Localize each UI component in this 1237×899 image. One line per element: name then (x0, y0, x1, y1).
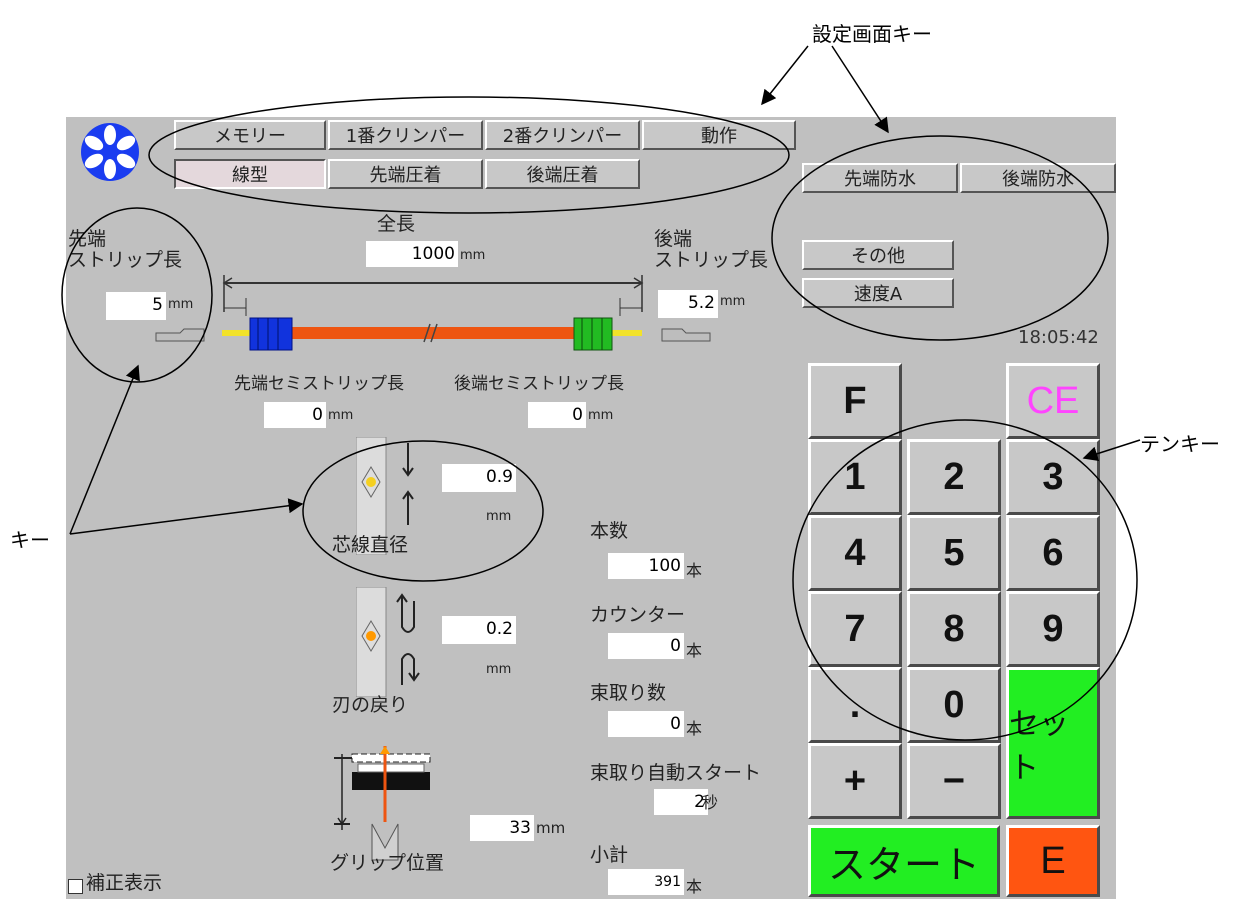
annotation-overlay (61, 45, 1141, 741)
